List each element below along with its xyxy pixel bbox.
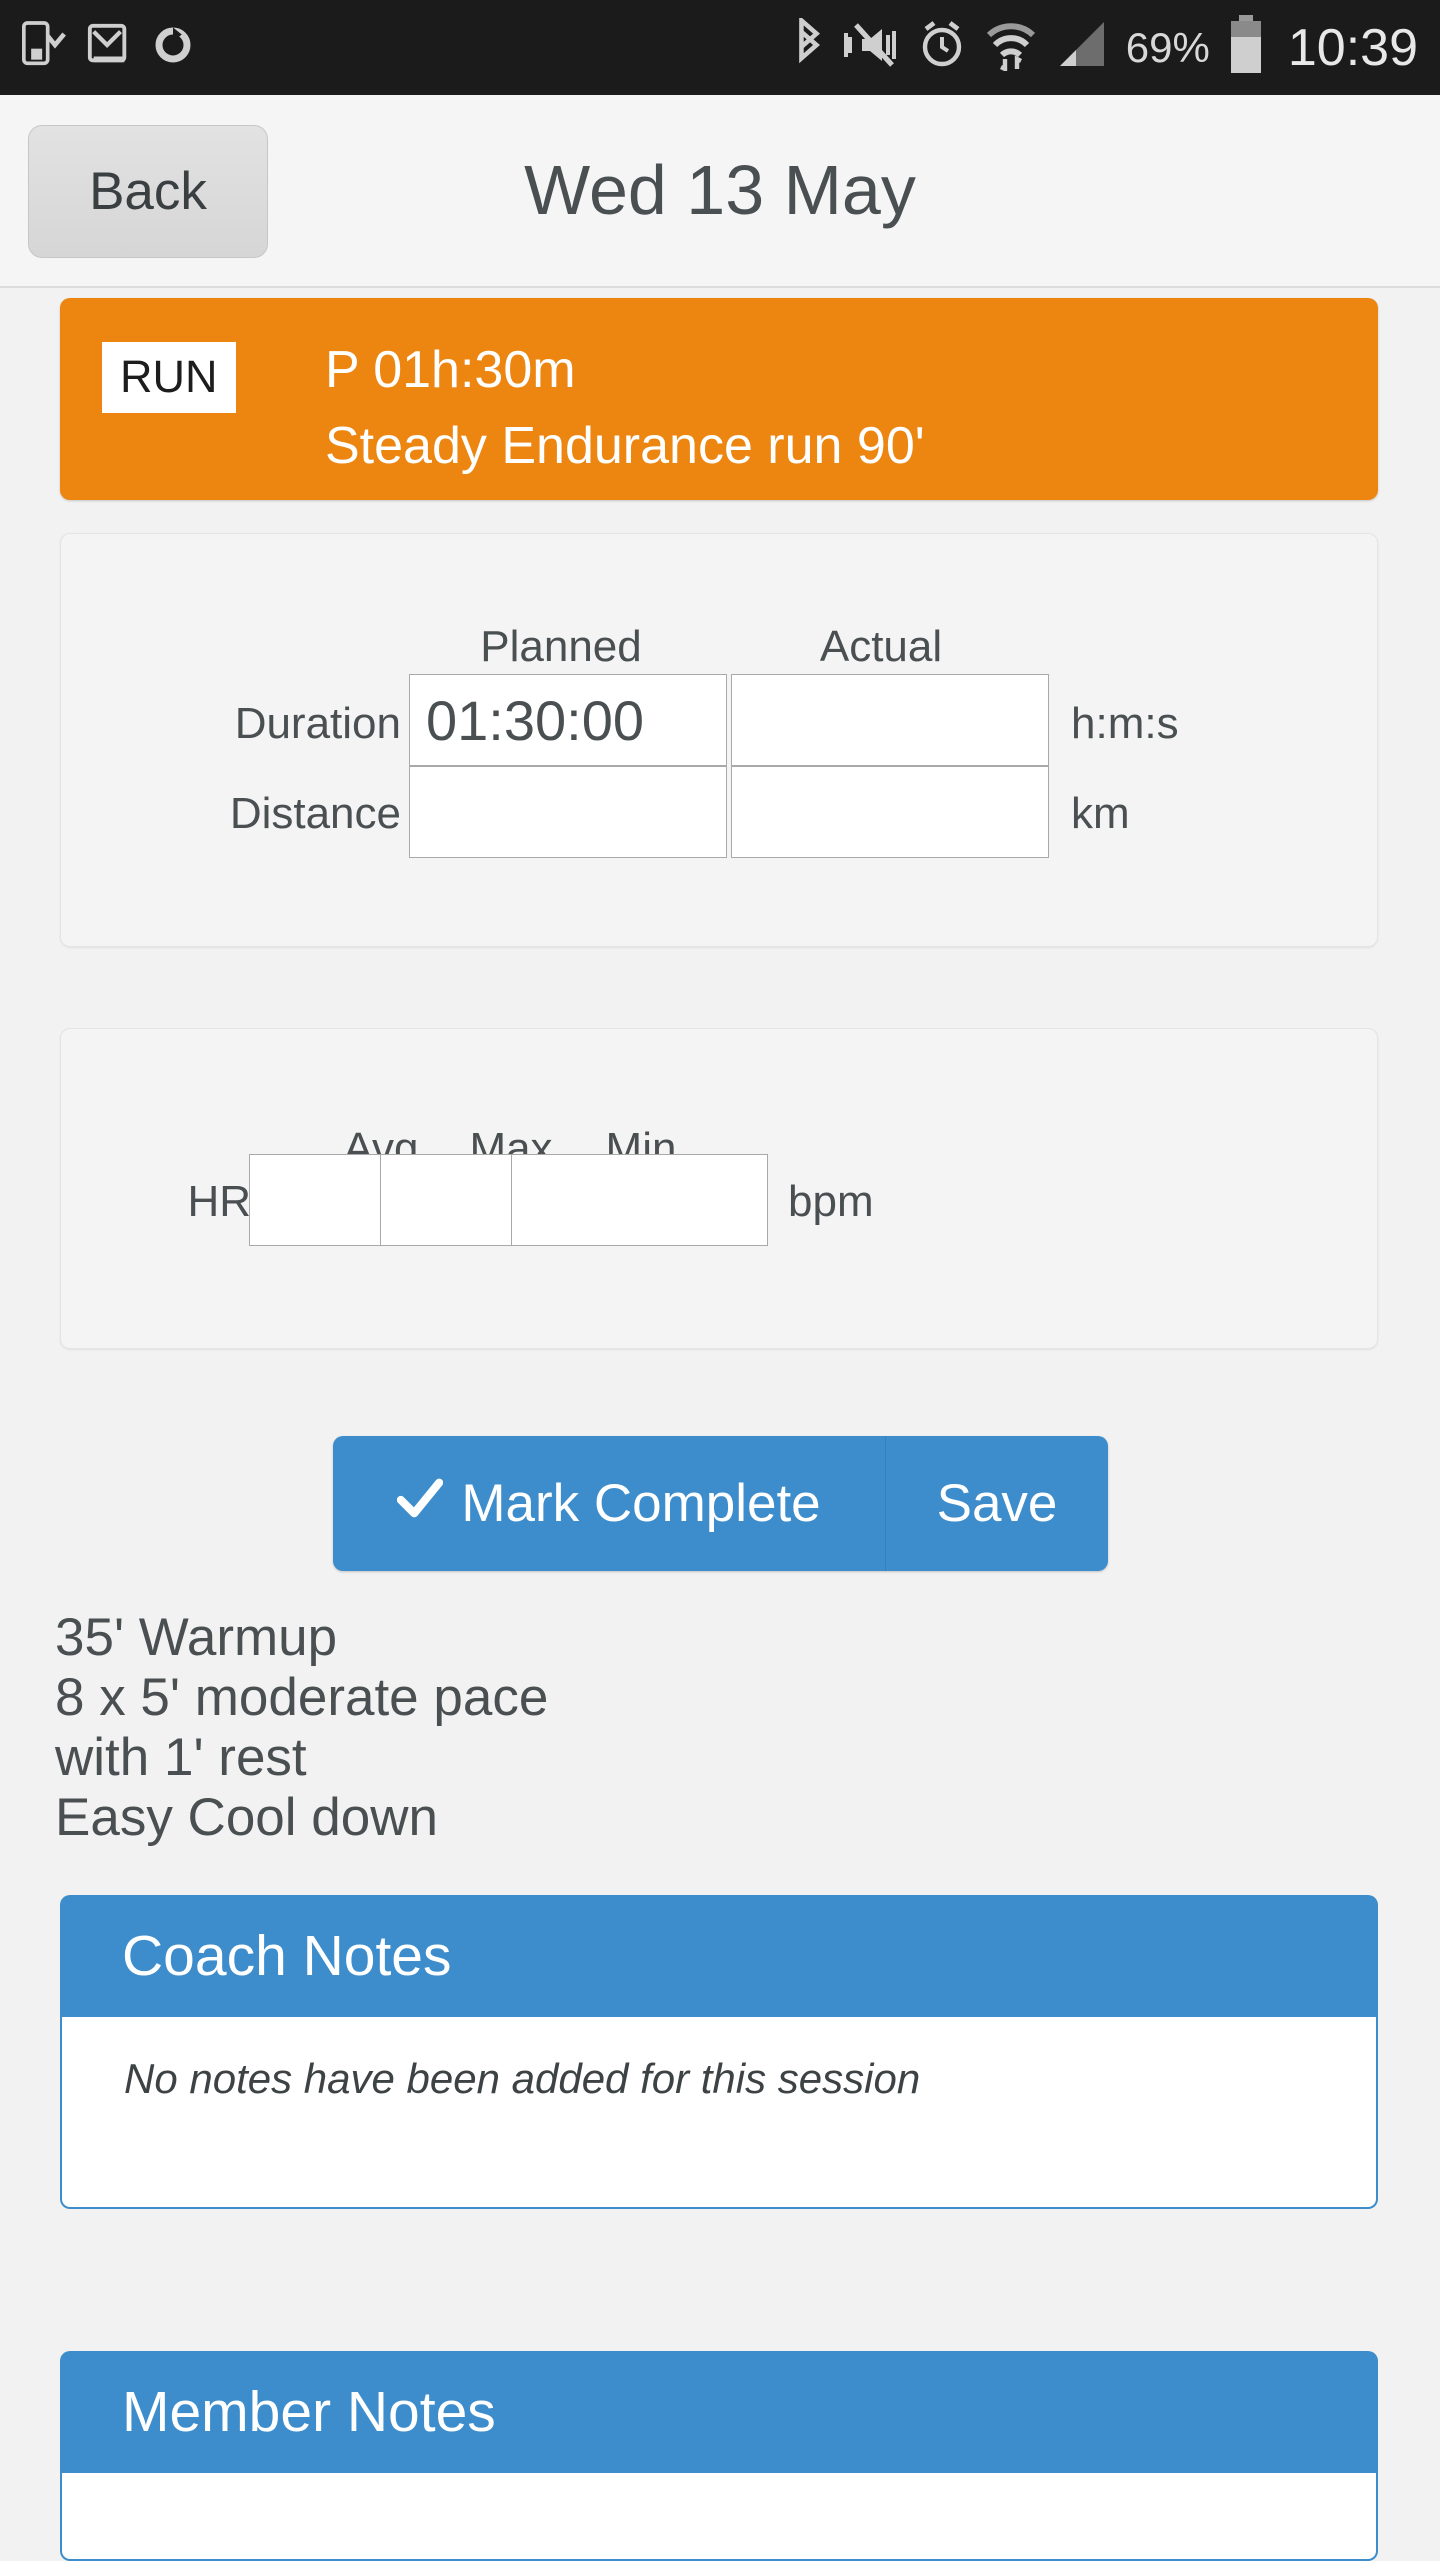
battery-percent-label: 69% xyxy=(1125,23,1210,71)
battery-icon xyxy=(1228,15,1264,80)
duration-planned-input[interactable]: 01:30:00 xyxy=(409,674,727,766)
coach-notes-body[interactable]: No notes have been added for this sessio… xyxy=(60,2017,1378,2209)
member-notes-body[interactable] xyxy=(60,2473,1378,2561)
workout-description-line: Easy Cool down xyxy=(55,1788,438,1847)
duration-actual-input[interactable] xyxy=(731,674,1049,766)
check-icon xyxy=(397,1473,444,1534)
signal-icon xyxy=(1056,20,1108,75)
workout-description-line: 35' Warmup xyxy=(55,1608,338,1667)
workout-description-line: 8 x 5' moderate pace xyxy=(55,1668,549,1727)
session-type-badge: RUN xyxy=(102,342,236,413)
clock-label: 10:39 xyxy=(1287,18,1418,77)
hr-unit-label: bpm xyxy=(788,1177,874,1226)
save-label: Save xyxy=(936,1474,1058,1533)
metrics-row-label-distance: Distance xyxy=(229,789,401,838)
hr-row-label: HR xyxy=(187,1177,251,1226)
heartrate-panel: Avg Max Min HR bpm xyxy=(60,1028,1378,1349)
coach-notes-section: Coach Notes No notes have been added for… xyxy=(60,1895,1378,2209)
vibrate-mute-icon xyxy=(843,20,900,75)
coach-notes-placeholder: No notes have been added for this sessio… xyxy=(124,2055,921,2102)
alarm-icon xyxy=(918,20,966,75)
duration-planned-value: 01:30:00 xyxy=(426,688,644,752)
status-bar: 69% 10:39 xyxy=(0,0,1440,95)
mark-complete-button[interactable]: Mark Complete xyxy=(333,1436,886,1571)
metrics-panel: Planned Actual Duration 01:30:00 h:m:s D… xyxy=(60,533,1378,947)
workout-description: 35' Warmup 8 x 5' moderate pace with 1' … xyxy=(55,1608,1055,1848)
metrics-row-label-duration: Duration xyxy=(234,699,401,748)
bluetooth-icon xyxy=(792,15,826,77)
status-bar-left-icons xyxy=(22,20,194,75)
member-notes-title: Member Notes xyxy=(60,2351,1378,2473)
session-planned-duration: P 01h:30m xyxy=(325,341,576,399)
member-notes-section: Member Notes xyxy=(60,2351,1378,2561)
session-name: Steady Endurance run 90' xyxy=(325,417,925,475)
app-header: Wed 13 May Back xyxy=(0,95,1440,288)
device-download-icon xyxy=(22,20,66,75)
duration-unit-label: h:m:s xyxy=(1071,699,1179,748)
back-button[interactable]: Back xyxy=(28,125,268,258)
status-bar-right-icons: 69% 10:39 xyxy=(792,15,1418,80)
distance-planned-input[interactable] xyxy=(409,766,727,858)
metrics-column-header-planned: Planned xyxy=(480,622,642,671)
coach-notes-title: Coach Notes xyxy=(60,1895,1378,2017)
wifi-data-icon xyxy=(984,19,1038,76)
gmail-icon xyxy=(86,21,132,74)
mark-complete-label: Mark Complete xyxy=(461,1474,821,1533)
session-banner[interactable]: RUN P 01h:30m Steady Endurance run 90' xyxy=(60,298,1378,500)
action-button-group: Mark Complete Save xyxy=(333,1436,1108,1571)
save-button[interactable]: Save xyxy=(886,1436,1108,1571)
sync-icon xyxy=(152,22,194,73)
distance-actual-input[interactable] xyxy=(731,766,1049,858)
workout-description-line: with 1' rest xyxy=(55,1728,307,1787)
distance-unit-label: km xyxy=(1071,789,1130,838)
metrics-column-header-actual: Actual xyxy=(819,622,943,671)
hr-min-input[interactable] xyxy=(511,1154,768,1246)
